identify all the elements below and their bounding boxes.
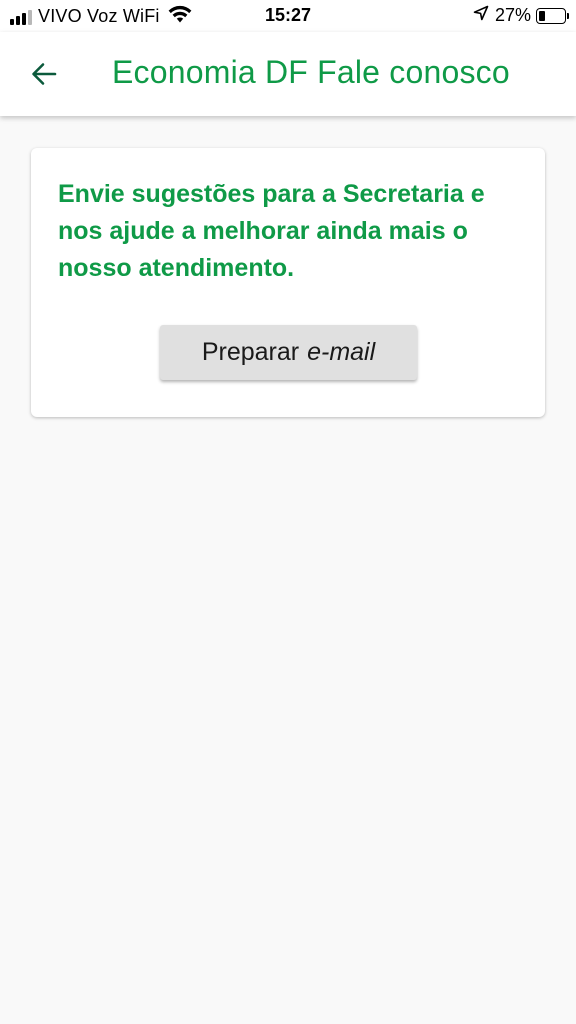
prepare-email-button[interactable]: Preparar e-mail bbox=[160, 325, 417, 380]
status-bar: VIVO Voz WiFi 15:27 27% bbox=[0, 0, 576, 32]
page-title: Economia DF Fale conosco bbox=[112, 54, 510, 90]
screen: VIVO Voz WiFi 15:27 27% Economia DF Fale… bbox=[0, 0, 576, 1024]
arrow-left-icon bbox=[32, 63, 57, 85]
back-button[interactable] bbox=[22, 52, 66, 96]
battery-level bbox=[539, 10, 545, 21]
button-label-italic: e-mail bbox=[307, 338, 376, 366]
app-bar: Economia DF Fale conosco bbox=[0, 32, 576, 116]
battery-percentage: 27% bbox=[494, 5, 531, 25]
button-label: Preparar bbox=[201, 338, 300, 366]
card-message: Envie sugestões para a Secretaria e nos … bbox=[58, 180, 485, 282]
location-arrow-icon bbox=[473, 5, 489, 26]
battery-icon bbox=[536, 7, 569, 24]
status-right: 27% bbox=[473, 5, 569, 26]
feedback-card: Envie sugestões para a Secretaria e nos … bbox=[31, 148, 545, 417]
